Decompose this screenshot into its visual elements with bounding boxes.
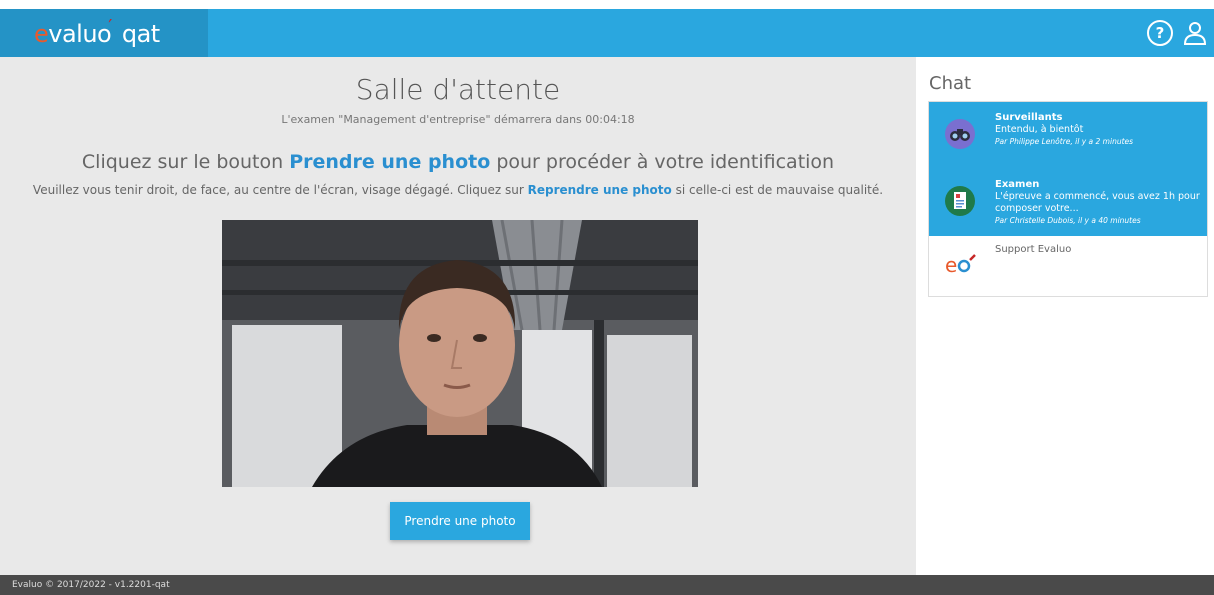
instruction-photo-link: Prendre une photo bbox=[289, 151, 491, 173]
footer: Evaluo © 2017/2022 - v1.2201-qat bbox=[0, 575, 1214, 595]
logo-tick: ′ bbox=[108, 16, 112, 37]
detail-retake-link: Reprendre une photo bbox=[527, 183, 672, 197]
chat-list: Surveillants Entendu, à bientôt Par Phil… bbox=[928, 101, 1208, 297]
chat-item-meta: Par Philippe Lenôtre, il y a 2 minutes bbox=[995, 137, 1134, 146]
page-title: Salle d'attente bbox=[355, 73, 561, 106]
take-photo-button[interactable]: Prendre une photo bbox=[390, 502, 530, 540]
logo-letter-e: e bbox=[34, 20, 49, 48]
app-header: evaluo′ qat ? bbox=[0, 9, 1214, 57]
exam-countdown: L'examen "Management d'entreprise" démar… bbox=[281, 113, 635, 126]
chat-item-message: L'épreuve a commencé, vous avez 1h pour … bbox=[995, 191, 1200, 214]
svg-text:e: e bbox=[945, 253, 957, 277]
chat-item-name: Support Evaluo bbox=[995, 244, 1072, 255]
instruction-text-before: Cliquez sur le bouton bbox=[81, 151, 290, 173]
evaluo-logo-icon: e bbox=[945, 250, 976, 280]
chat-item-text: Support Evaluo bbox=[995, 244, 1201, 256]
chat-item-name: Examen bbox=[995, 179, 1040, 190]
photo-instruction: Cliquez sur le bouton Prendre une photo … bbox=[0, 151, 916, 173]
waiting-room-panel: Salle d'attente L'examen "Management d'e… bbox=[0, 57, 916, 575]
logo-brand: valuo bbox=[48, 20, 112, 48]
help-icon[interactable]: ? bbox=[1147, 20, 1173, 46]
chat-item-text: Examen L'épreuve a commencé, vous avez 1… bbox=[995, 179, 1201, 227]
chat-title: Chat bbox=[929, 73, 972, 94]
chat-item-meta: Par Christelle Dubois, il y a 40 minutes bbox=[995, 216, 1141, 225]
top-strip bbox=[0, 0, 1214, 9]
detail-text-before: Veuillez vous tenir droit, de face, au c… bbox=[32, 183, 528, 197]
detail-text-after: si celle-ci est de mauvaise qualité. bbox=[671, 183, 884, 197]
chat-item-support[interactable]: e Support Evaluo bbox=[929, 236, 1207, 296]
webcam-preview bbox=[222, 220, 698, 487]
app-logo: evaluo′ qat bbox=[34, 16, 160, 48]
chat-item-name: Surveillants bbox=[995, 112, 1063, 123]
chat-item-message: Entendu, à bientôt bbox=[995, 124, 1084, 135]
user-icon[interactable] bbox=[1182, 20, 1208, 46]
chat-item-surveillants[interactable]: Surveillants Entendu, à bientôt Par Phil… bbox=[929, 102, 1207, 169]
document-icon bbox=[945, 186, 975, 216]
chat-panel: Chat Surveillants Entendu, à bientôt Par… bbox=[916, 57, 1214, 575]
binoculars-icon bbox=[945, 119, 975, 149]
logo-box[interactable]: evaluo′ qat bbox=[0, 9, 208, 57]
photo-detail-instruction: Veuillez vous tenir droit, de face, au c… bbox=[30, 183, 886, 197]
chat-item-examen[interactable]: Examen L'épreuve a commencé, vous avez 1… bbox=[929, 169, 1207, 236]
chat-item-text: Surveillants Entendu, à bientôt Par Phil… bbox=[995, 112, 1201, 148]
logo-suffix: qat bbox=[121, 20, 160, 48]
instruction-text-after: pour procéder à votre identification bbox=[490, 151, 835, 173]
